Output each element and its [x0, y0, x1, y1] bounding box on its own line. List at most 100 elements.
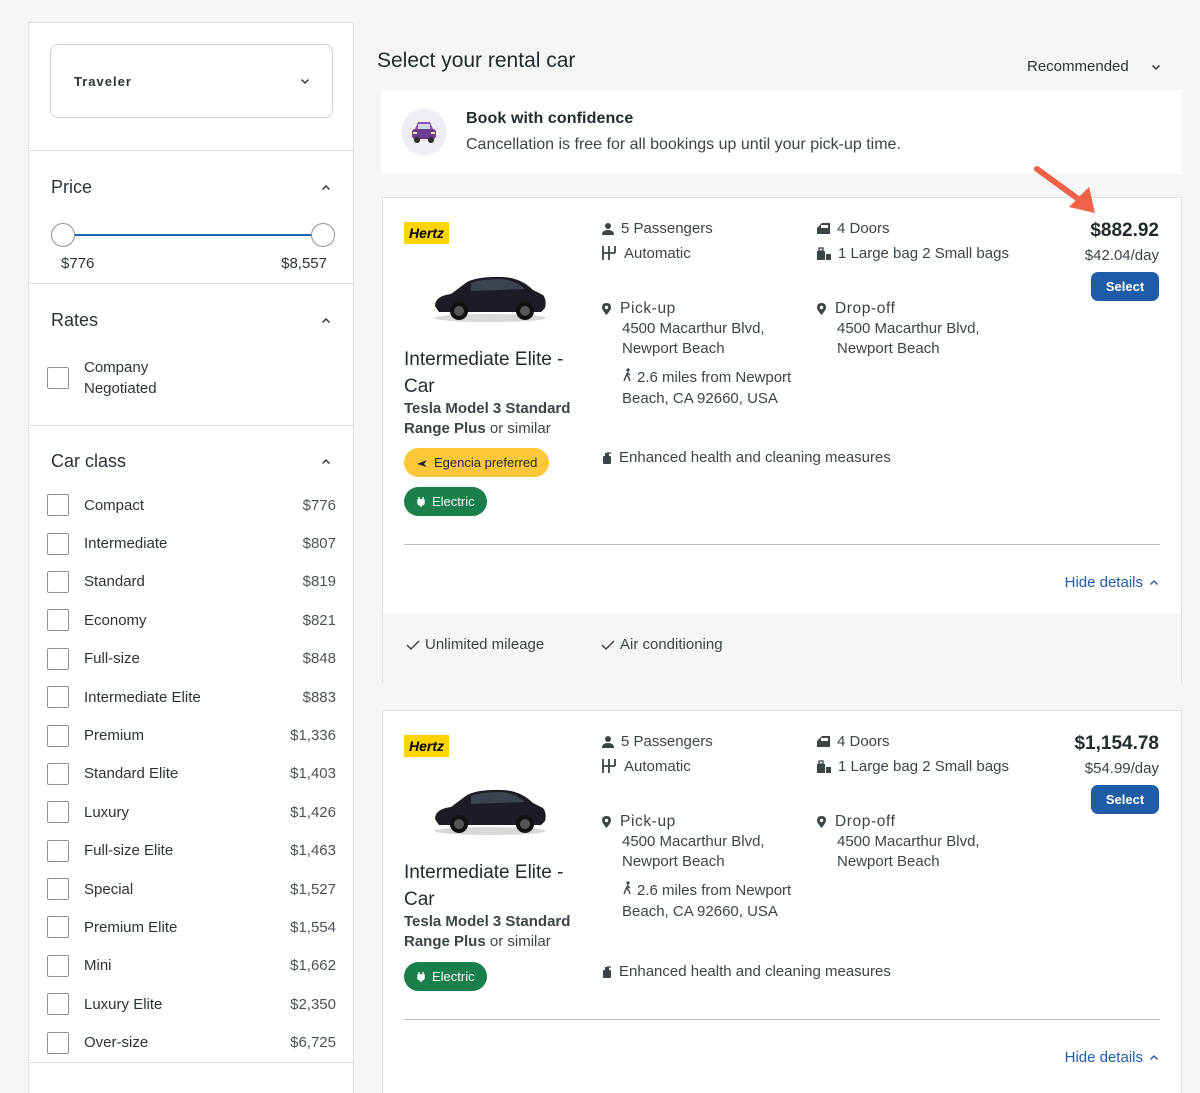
dropoff-label: Drop-off [835, 300, 896, 317]
price-filter-header[interactable]: Price [29, 177, 353, 198]
car-result-card: Hertz Intermediate Elite - Car Tesla Mod… [382, 197, 1182, 683]
extra-label: Unlimited mileage [425, 636, 545, 653]
car-class-option[interactable]: Special $1,527 [29, 870, 353, 908]
car-class-checkbox[interactable] [47, 686, 69, 709]
car-class-checkbox[interactable] [47, 647, 69, 670]
rates-filter-header[interactable]: Rates [29, 310, 353, 331]
dropoff-location: Drop-off 4500 Macarthur Blvd, Newport Be… [816, 299, 1006, 359]
car-class-name: Full-size Elite [84, 842, 174, 860]
car-class-option[interactable]: Over-size $6,725 [29, 1023, 353, 1061]
luggage-feature: 1 Large bag 2 Small bags [816, 245, 1009, 262]
hide-details-link[interactable]: Hide details [1065, 1049, 1159, 1066]
walking-icon [623, 368, 631, 382]
company-negotiated-option[interactable]: Company Negotiated [47, 357, 204, 399]
sort-dropdown[interactable]: Recommended [1027, 58, 1161, 75]
traveler-label: Traveler [74, 73, 132, 89]
car-class-option[interactable]: Luxury $1,426 [29, 793, 353, 831]
car-class-checkbox[interactable] [47, 494, 69, 517]
car-result-card: Hertz Intermediate Elite - Car Tesla Mod… [382, 710, 1182, 1093]
chevron-up-icon [322, 184, 330, 190]
transmission-label: Automatic [624, 757, 691, 775]
car-class-option[interactable]: Compact $776 [29, 486, 353, 524]
car-class-option[interactable]: Full-size $848 [29, 640, 353, 678]
rates-filter-title: Rates [51, 310, 99, 330]
health-measures-label: Enhanced health and cleaning measures [619, 449, 891, 466]
pickup-distance-label: 2.6 miles from Newport Beach, CA 92660, … [622, 882, 792, 920]
extra-air-conditioning: Air conditioning [601, 636, 723, 653]
car-class-checkbox[interactable] [47, 724, 69, 747]
traveler-dropdown[interactable]: Traveler [50, 44, 333, 118]
dropoff-location: Drop-off 4500 Macarthur Blvd, Newport Be… [816, 812, 1006, 872]
chevron-up-icon [322, 317, 330, 323]
doors-label: 4 Doors [837, 220, 890, 237]
car-class-checkbox[interactable] [47, 609, 69, 632]
price-slider-min-handle[interactable] [51, 223, 75, 247]
pickup-address: 4500 Macarthur Blvd, Newport Beach [622, 833, 765, 870]
doors-label: 4 Doors [837, 733, 890, 750]
car-class-checkbox[interactable] [47, 954, 69, 977]
car-class-option[interactable]: Mini $1,662 [29, 947, 353, 985]
car-model-suffix: or similar [485, 933, 551, 950]
car-class-name: Compact [84, 496, 145, 514]
hide-details-label: Hide details [1064, 1049, 1143, 1066]
car-class-option[interactable]: Intermediate Elite $883 [29, 678, 353, 716]
price-filter-title: Price [51, 177, 93, 197]
passengers-feature: 5 Passengers [601, 733, 713, 750]
car-class-checkbox[interactable] [47, 916, 69, 939]
price-slider-track[interactable] [63, 234, 321, 236]
electric-badge: Electric [404, 962, 487, 991]
car-class-option[interactable]: Premium $1,336 [29, 716, 353, 754]
car-class-name: Special [84, 880, 134, 898]
hide-details-link[interactable]: Hide details [1065, 574, 1159, 591]
car-class-option[interactable]: Full-size Elite $1,463 [29, 832, 353, 870]
passengers-label: 5 Passengers [621, 733, 713, 750]
car-class-price: $1,463 [290, 842, 336, 860]
car-class-option[interactable]: Standard Elite $1,403 [29, 755, 353, 793]
car-class-name: Over-size [84, 1034, 149, 1052]
car-class-name: Intermediate Elite [84, 688, 201, 706]
dropoff-address: 4500 Macarthur Blvd, Newport Beach [837, 833, 980, 870]
chevron-up-icon [322, 458, 330, 464]
pickup-location: Pick-up 4500 Macarthur Blvd, Newport Bea… [601, 299, 791, 359]
person-icon [602, 222, 614, 235]
transmission-icon [602, 759, 616, 773]
car-class-option[interactable]: Intermediate $807 [29, 524, 353, 562]
car-class-filter-header[interactable]: Car class [29, 426, 353, 486]
vendor-logo: Hertz [404, 222, 450, 244]
total-price: $882.92 [1090, 220, 1159, 241]
chevron-down-icon [301, 79, 309, 84]
price-slider-max-handle[interactable] [311, 223, 335, 247]
hand-sanitizer-icon [603, 965, 611, 978]
car-class-option[interactable]: Luxury Elite $2,350 [29, 985, 353, 1023]
health-measures: Enhanced health and cleaning measures [601, 449, 891, 466]
company-negotiated-label: Company Negotiated [84, 359, 157, 397]
car-class-checkbox[interactable] [47, 1031, 69, 1054]
chevron-up-icon [1150, 1054, 1158, 1060]
car-class-checkbox[interactable] [47, 762, 69, 785]
car-class-checkbox[interactable] [47, 570, 69, 593]
extra-label: Air conditioning [620, 636, 723, 653]
door-icon [817, 223, 830, 234]
car-class-price: $6,725 [290, 1034, 336, 1052]
select-button[interactable]: Select [1091, 785, 1159, 814]
luggage-label: 1 Large bag 2 Small bags [838, 758, 1009, 775]
transmission-icon [602, 246, 616, 260]
luggage-label: 1 Large bag 2 Small bags [838, 245, 1009, 262]
car-class-option[interactable]: Premium Elite $1,554 [29, 908, 353, 946]
company-negotiated-checkbox[interactable] [47, 367, 69, 389]
arrow-annotation [1034, 166, 1095, 213]
car-class-checkbox[interactable] [47, 532, 69, 555]
car-class-price: $821 [302, 611, 336, 629]
pickup-location: Pick-up 4500 Macarthur Blvd, Newport Bea… [601, 812, 791, 872]
car-class-checkbox[interactable] [47, 801, 69, 824]
chevron-up-icon [1150, 579, 1158, 585]
transmission-feature: Automatic [600, 757, 691, 775]
car-class-checkbox[interactable] [47, 839, 69, 862]
select-button[interactable]: Select [1091, 272, 1159, 301]
car-class-checkbox[interactable] [47, 878, 69, 901]
car-class-option[interactable]: Economy $821 [29, 601, 353, 639]
car-class-checkbox[interactable] [47, 993, 69, 1016]
car-class-price: $1,662 [290, 957, 336, 975]
car-class-option[interactable]: Standard $819 [29, 563, 353, 601]
preferred-badge-label: Egencia preferred [434, 455, 538, 470]
